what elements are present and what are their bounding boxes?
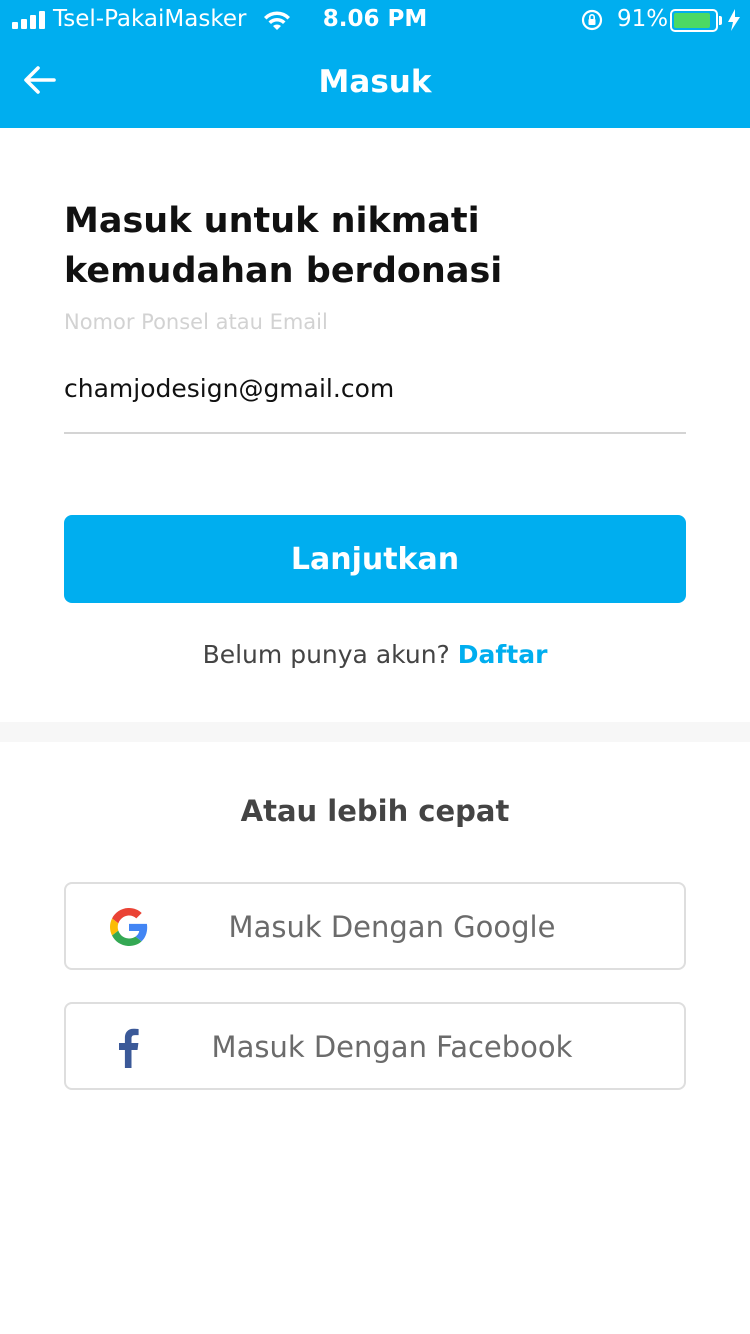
- email-field[interactable]: [64, 366, 686, 434]
- charging-icon: [727, 8, 741, 38]
- battery-icon: [670, 9, 718, 32]
- continue-button[interactable]: Lanjutkan: [64, 515, 686, 603]
- app-header: Tsel-PakaiMasker 8.06 PM 91% Masuk: [0, 0, 750, 128]
- email-field-label: Nomor Ponsel atau Email: [64, 310, 328, 334]
- section-divider: [0, 722, 750, 742]
- signup-link[interactable]: Daftar: [458, 640, 548, 669]
- google-login-button[interactable]: Masuk Dengan Google: [64, 882, 686, 970]
- login-heading: Masuk untuk nikmati kemudahan berdonasi: [64, 201, 503, 291]
- status-bar: Tsel-PakaiMasker 8.06 PM 91%: [0, 0, 750, 40]
- facebook-login-label: Masuk Dengan Facebook: [211, 1030, 573, 1064]
- battery-cap: [719, 16, 722, 25]
- facebook-login-button[interactable]: Masuk Dengan Facebook: [64, 1002, 686, 1090]
- no-account-text: Belum punya akun?: [202, 640, 450, 669]
- alternative-login-title: Atau lebih cepat: [240, 794, 510, 828]
- battery-level: [674, 13, 710, 28]
- battery-percent: 91%: [617, 6, 669, 32]
- signup-prompt: Belum punya akun? Daftar: [0, 640, 750, 669]
- rotation-lock-icon: [580, 8, 604, 38]
- google-login-label: Masuk Dengan Google: [228, 910, 556, 944]
- page-title: Masuk: [318, 64, 432, 100]
